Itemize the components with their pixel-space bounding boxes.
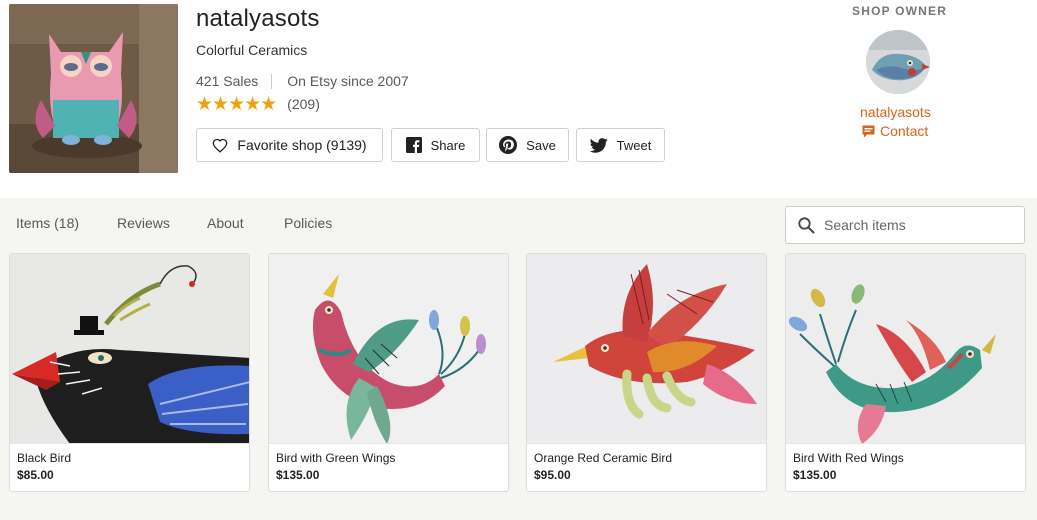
review-count: (209) (287, 96, 320, 112)
owner-name-link[interactable]: natalyasots (860, 104, 931, 120)
listing-image (10, 254, 249, 444)
twitter-icon (589, 137, 608, 153)
listing-price: $135.00 (276, 468, 320, 482)
save-button[interactable]: Save (486, 128, 569, 162)
stats-divider (271, 73, 273, 89)
save-label: Save (526, 137, 556, 153)
favorite-shop-button[interactable]: Favorite shop (9139) (196, 128, 383, 162)
listing-title: Bird with Green Wings (276, 451, 396, 465)
listing-title: Black Bird (17, 451, 72, 465)
shop-rating[interactable]: ★★★★★ (209) (196, 94, 320, 114)
owner-avatar[interactable] (866, 30, 930, 94)
tweet-label: Tweet (616, 137, 652, 153)
tweet-button[interactable]: Tweet (576, 128, 665, 162)
listing-image (786, 254, 1025, 444)
listing-card[interactable]: Bird With Red Wings $135.00 (785, 253, 1026, 492)
share-button[interactable]: Share (391, 128, 480, 162)
tab-about[interactable]: About (207, 215, 244, 231)
pinterest-icon (499, 136, 518, 154)
listing-card[interactable]: Orange Red Ceramic Bird $95.00 (526, 253, 767, 492)
contact-owner-link[interactable]: Contact (862, 123, 928, 139)
listing-title: Orange Red Ceramic Bird (534, 451, 673, 465)
listing-card[interactable]: Black Bird $85.00 (9, 253, 250, 492)
star-rating-icon: ★★★★★ (196, 93, 277, 115)
shop-name: natalyasots (196, 5, 320, 32)
share-label: Share (430, 137, 466, 153)
shop-items-section: Items (18) Reviews About Policies Search… (0, 198, 1037, 520)
favorite-shop-label: Favorite shop (9139) (237, 137, 367, 153)
shop-banner-image (9, 4, 178, 173)
tab-reviews[interactable]: Reviews (117, 215, 170, 231)
shop-tagline: Colorful Ceramics (196, 42, 308, 58)
shop-header: natalyasots Colorful Ceramics 421 Sales … (0, 0, 1037, 198)
tab-policies[interactable]: Policies (284, 215, 332, 231)
sales-count: 421 Sales (196, 73, 259, 89)
listing-title: Bird With Red Wings (793, 451, 904, 465)
facebook-icon (405, 137, 422, 153)
shop-stats: 421 Sales On Etsy since 2007 (196, 73, 409, 89)
member-since: On Etsy since 2007 (287, 73, 409, 89)
listing-price: $135.00 (793, 468, 837, 482)
listing-image (527, 254, 766, 444)
shop-owner-heading: SHOP OWNER (852, 4, 948, 18)
search-box[interactable] (785, 206, 1025, 244)
tab-items[interactable]: Items (18) (16, 215, 79, 231)
search-input[interactable] (824, 217, 1014, 233)
listing-image (269, 254, 508, 444)
search-icon (798, 216, 815, 234)
message-icon (862, 125, 875, 138)
listing-price: $85.00 (17, 468, 54, 482)
listing-price: $95.00 (534, 468, 571, 482)
heart-icon (212, 138, 228, 153)
contact-label: Contact (880, 123, 929, 139)
listing-card[interactable]: Bird with Green Wings $135.00 (268, 253, 509, 492)
